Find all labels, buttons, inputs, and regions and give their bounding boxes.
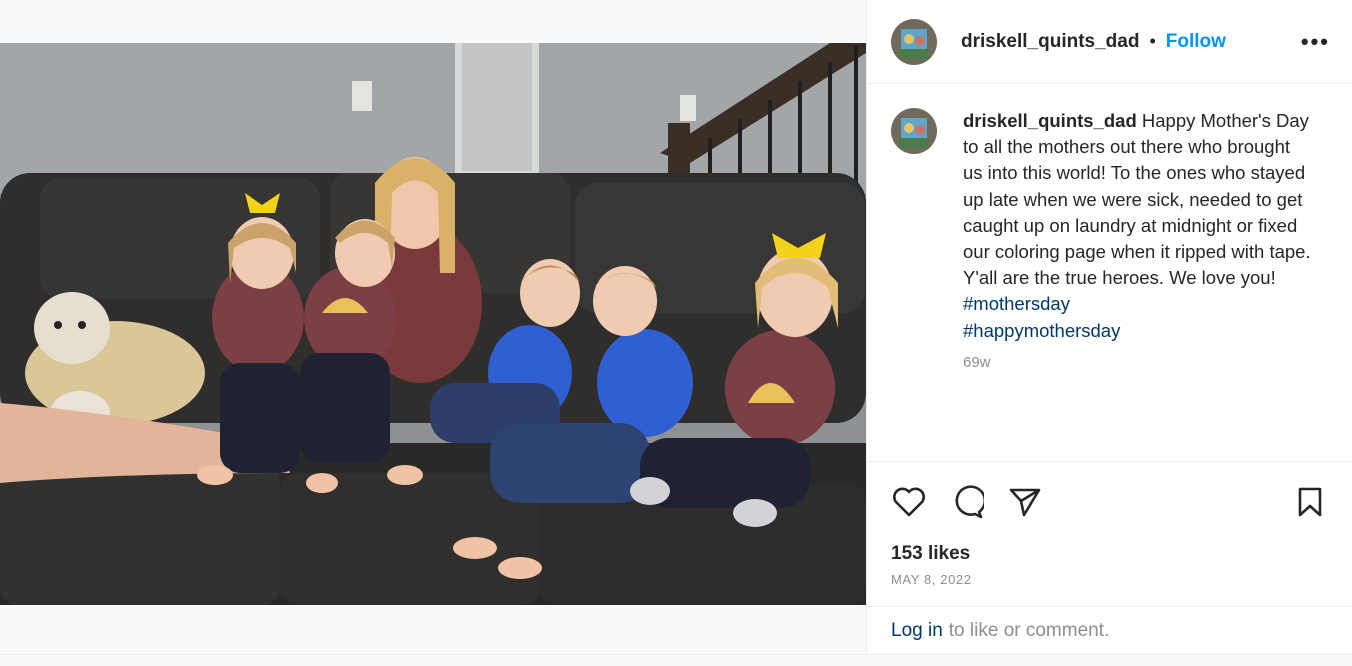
caption-section: driskell_quints_dad Happy Mother's Day t… xyxy=(867,84,1352,462)
login-link[interactable]: Log in xyxy=(891,620,943,642)
hashtag-link[interactable]: #happymothersday xyxy=(963,320,1120,341)
avatar-image xyxy=(891,18,937,65)
bookmark-icon[interactable] xyxy=(1292,484,1328,520)
action-bar xyxy=(891,482,1328,522)
comment-prompt-text: to like or comment. xyxy=(948,619,1110,641)
caption-body: driskell_quints_dad Happy Mother's Day t… xyxy=(963,108,1313,461)
bottom-strip xyxy=(0,654,1352,666)
hashtag-link[interactable]: #mothersday xyxy=(963,293,1070,314)
paper-plane-icon[interactable] xyxy=(1007,484,1043,520)
caption-avatar[interactable] xyxy=(891,108,937,154)
follow-button[interactable]: Follow xyxy=(1166,31,1226,53)
avatar[interactable] xyxy=(891,18,937,65)
comment-bar: Log in to like or comment. xyxy=(867,606,1352,654)
caption-text: driskell_quints_dad Happy Mother's Day t… xyxy=(963,108,1313,344)
caption-avatar-image xyxy=(891,108,937,154)
post-author-username[interactable]: driskell_quints_dad xyxy=(961,31,1139,53)
post-photo-illustration xyxy=(0,43,866,605)
more-options-icon[interactable]: ••• xyxy=(1301,29,1330,55)
photo-area xyxy=(0,0,866,666)
heart-icon[interactable] xyxy=(891,484,927,520)
post-photo[interactable] xyxy=(0,43,866,605)
post-header: driskell_quints_dad • Follow ••• xyxy=(867,0,1352,84)
post-side-panel: driskell_quints_dad • Follow ••• driskel… xyxy=(866,0,1352,654)
post-age[interactable]: 69w xyxy=(963,354,1313,371)
likes-count[interactable]: 153 likes xyxy=(891,543,970,565)
comment-icon[interactable] xyxy=(949,484,985,520)
post-date: MAY 8, 2022 xyxy=(891,572,972,587)
caption-username[interactable]: driskell_quints_dad xyxy=(963,110,1137,131)
caption-message: Happy Mother's Day to all the mothers ou… xyxy=(963,110,1311,289)
separator-dot: • xyxy=(1149,31,1156,51)
